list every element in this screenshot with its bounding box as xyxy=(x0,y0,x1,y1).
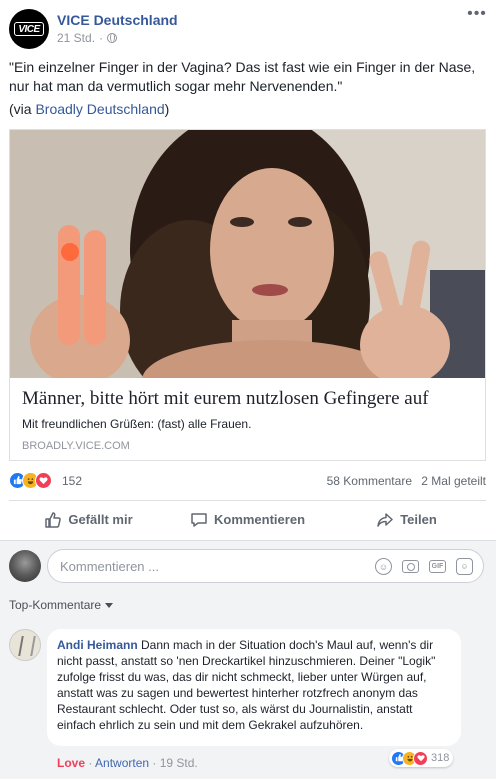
meta-separator: · xyxy=(99,31,104,45)
globe-icon xyxy=(107,33,118,43)
gif-icon[interactable]: GIF xyxy=(429,560,446,573)
comment-time[interactable]: 19 Std. xyxy=(160,756,198,770)
shares-count[interactable]: 2 Mal geteilt xyxy=(421,474,486,488)
post-text: "Ein einzelner Finger in der Vagina? Das… xyxy=(9,59,476,94)
emoji-icon[interactable]: ☺ xyxy=(375,558,392,575)
page-avatar[interactable]: VICE xyxy=(9,9,49,49)
post-header: VICE VICE Deutschland 21 Std. · ••• xyxy=(9,6,487,49)
love-button[interactable]: Love xyxy=(57,756,85,770)
comment-author[interactable]: Andi Heimann xyxy=(57,638,138,652)
like-label: Gefällt mir xyxy=(68,512,133,527)
page-name[interactable]: VICE Deutschland xyxy=(57,12,178,28)
thumbs-up-icon xyxy=(45,511,62,528)
comment-actions: Love · Antworten · 19 Std. xyxy=(57,756,198,770)
top-comments-filter[interactable]: Top-Kommentare xyxy=(9,598,114,612)
comments-count[interactable]: 58 Kommentare xyxy=(327,474,412,488)
comment-reactions[interactable]: 318 xyxy=(389,749,454,767)
link-preview-card[interactable]: Männer, bitte hört mit eurem nutzlosen G… xyxy=(9,129,486,461)
caret-down-icon xyxy=(105,602,114,608)
share-arrow-icon xyxy=(377,512,393,527)
comments-area: Kommentieren ... ☺ GIF ☺ Top-Kommentare … xyxy=(0,540,496,779)
comment-button[interactable]: Kommentieren xyxy=(168,501,327,538)
sticker-icon[interactable]: ☺ xyxy=(456,558,473,575)
like-button[interactable]: Gefällt mir xyxy=(9,501,168,538)
love-reaction-icon xyxy=(413,750,428,766)
more-options-icon[interactable]: ••• xyxy=(467,6,487,23)
love-reaction-icon xyxy=(35,472,52,489)
action-dot: · xyxy=(149,756,160,770)
comment-reaction-count: 318 xyxy=(431,752,450,764)
link-domain: BROADLY.VICE.COM xyxy=(22,440,130,452)
share-button[interactable]: Teilen xyxy=(327,501,486,538)
vice-logo: VICE xyxy=(14,22,44,36)
via-link[interactable]: Broadly Deutschland xyxy=(35,101,164,117)
post-meta: 21 Std. · xyxy=(57,31,118,45)
comment-text: Dann mach in der Situation doch's Maul a… xyxy=(57,638,436,732)
top-comments-label: Top-Kommentare xyxy=(9,598,102,612)
comment-bubble: Andi Heimann Dann mach in der Situation … xyxy=(47,629,461,746)
link-preview-image[interactable] xyxy=(10,130,485,378)
reply-button[interactable]: Antworten xyxy=(95,756,149,770)
comment-label: Kommentieren xyxy=(213,512,306,527)
action-bar: Gefällt mir Kommentieren Teilen xyxy=(9,500,486,538)
action-dot: · xyxy=(85,756,96,770)
composer-icons: ☺ GIF ☺ xyxy=(375,558,473,575)
share-label: Teilen xyxy=(400,512,437,527)
reaction-cluster[interactable] xyxy=(9,472,52,490)
camera-icon[interactable] xyxy=(402,560,419,573)
via-prefix: (via xyxy=(9,101,36,117)
current-user-avatar[interactable] xyxy=(9,550,41,582)
post-time[interactable]: 21 Std. xyxy=(57,31,95,45)
link-description: Mit freundlichen Grüßen: (fast) alle Fra… xyxy=(22,417,252,431)
article-photo xyxy=(10,130,485,378)
link-title[interactable]: Männer, bitte hört mit eurem nutzlosen G… xyxy=(22,388,429,410)
commenter-avatar[interactable] xyxy=(9,629,41,661)
via-suffix: ) xyxy=(164,101,170,117)
comment-input[interactable]: Kommentieren ... ☺ GIF ☺ xyxy=(47,549,484,583)
reaction-count[interactable]: 152 xyxy=(62,474,82,488)
stats-row: 152 58 Kommentare 2 Mal geteilt xyxy=(9,470,486,492)
comment-input-placeholder: Kommentieren ... xyxy=(60,559,159,574)
via-line: (via Broadly Deutschland) xyxy=(9,101,169,117)
comment-icon xyxy=(191,512,207,527)
